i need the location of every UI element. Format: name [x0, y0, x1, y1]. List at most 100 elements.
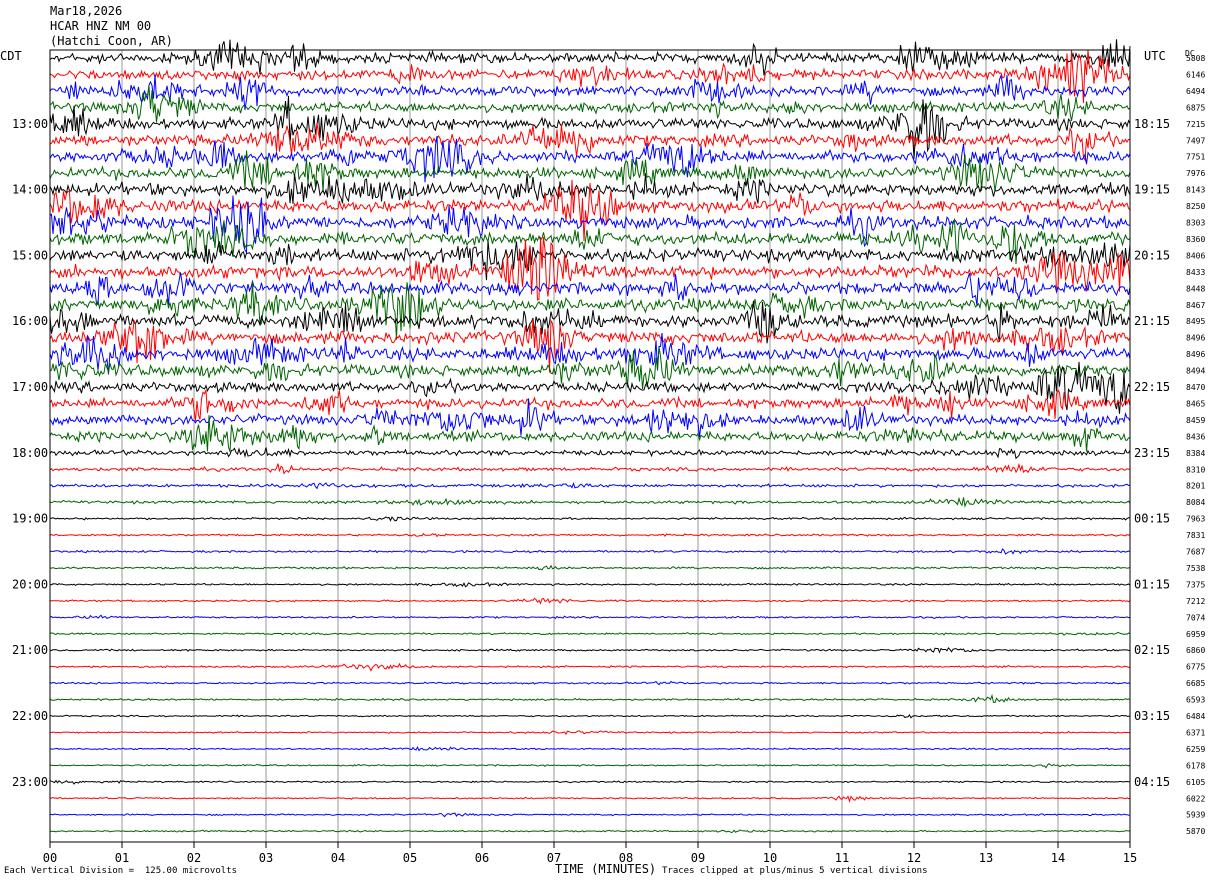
left-timezone: CDT — [0, 49, 22, 63]
right-hour-label: 01:15 — [1134, 577, 1170, 591]
right-hour-label: 04:15 — [1134, 775, 1170, 789]
dc-label-15: 8467 — [1186, 301, 1205, 310]
footer-clip: Traces clipped at plus/minus 5 vertical … — [662, 866, 928, 876]
x-tick-label-13: 13 — [979, 851, 993, 865]
x-tick-label-11: 11 — [835, 851, 849, 865]
left-hour-label: 18:00 — [12, 446, 48, 460]
x-tick-label-05: 05 — [403, 851, 417, 865]
trace-10 — [49, 195, 1131, 254]
trace-0 — [49, 39, 1131, 76]
seismogram-plot: 00 01 02 03 04 05 06 07 08 09 10 11 12 13 14 15 5808614… — [12, 39, 1205, 865]
dc-label-43: 6178 — [1186, 761, 1205, 770]
dc-label-23: 8436 — [1186, 432, 1205, 441]
dc-label-46: 5939 — [1186, 811, 1205, 820]
dc-label-45: 6022 — [1186, 794, 1205, 803]
trace-46 — [49, 812, 1131, 818]
dc-label-16: 8495 — [1186, 317, 1205, 326]
trace-14 — [49, 272, 1131, 307]
dc-label-25: 8310 — [1186, 465, 1205, 474]
trace-35 — [49, 631, 1131, 636]
right-hour-label: 19:15 — [1134, 183, 1170, 197]
dc-label-41: 6371 — [1186, 728, 1205, 737]
dc-label-44: 6105 — [1186, 778, 1205, 787]
x-tick-label-10: 10 — [763, 851, 777, 865]
x-tick-label-14: 14 — [1051, 851, 1065, 865]
right-hour-label: 21:15 — [1134, 314, 1170, 328]
dc-label-5: 7497 — [1186, 136, 1205, 145]
seismic-traces — [49, 39, 1131, 833]
dc-label-20: 8470 — [1186, 383, 1205, 392]
x-tick-label-09: 09 — [691, 851, 705, 865]
dc-label-11: 8360 — [1186, 235, 1205, 244]
right-timezone: UTC — [1144, 49, 1166, 63]
dc-label-27: 8084 — [1186, 498, 1205, 507]
trace-36 — [49, 647, 1131, 654]
trace-42 — [49, 745, 1131, 752]
dc-label-35: 6959 — [1186, 630, 1205, 639]
dc-label-2: 6494 — [1186, 87, 1205, 96]
dc-label-7: 7976 — [1186, 169, 1205, 178]
trace-34 — [49, 614, 1131, 620]
x-tick-label-04: 04 — [331, 851, 345, 865]
trace-31 — [49, 564, 1131, 571]
header-date: Mar18,2026 — [50, 4, 123, 18]
dc-label-18: 8496 — [1186, 350, 1205, 359]
left-hour-label: 23:00 — [12, 775, 48, 789]
trace-20 — [49, 361, 1131, 414]
right-hour-label: 23:15 — [1134, 446, 1170, 460]
footer-scale: Each Vertical Division = 125.00 microvol… — [4, 866, 237, 876]
trace-41 — [49, 730, 1131, 736]
x-tick-label-06: 06 — [475, 851, 489, 865]
dc-label-24: 8384 — [1186, 449, 1205, 458]
header-station: HCAR HNZ NM 00 — [50, 19, 152, 33]
dc-label-38: 6685 — [1186, 679, 1205, 688]
dc-label-47: 5870 — [1186, 827, 1205, 836]
left-hour-label: 13:00 — [12, 117, 48, 131]
dc-label-8: 8143 — [1186, 186, 1205, 195]
trace-24 — [49, 447, 1131, 460]
dc-label-10: 8303 — [1186, 219, 1205, 228]
left-hour-label: 19:00 — [12, 512, 48, 526]
header-location: (Hatchi Coon, AR) — [50, 34, 173, 48]
dc-label-21: 8465 — [1186, 399, 1205, 408]
right-hour-label: 18:15 — [1134, 117, 1170, 131]
dc-label-4: 7215 — [1186, 120, 1205, 129]
x-tick-label-01: 01 — [115, 851, 129, 865]
dc-label-39: 6593 — [1186, 696, 1205, 705]
trace-30 — [49, 548, 1131, 555]
dc-label-29: 7831 — [1186, 531, 1205, 540]
trace-44 — [49, 779, 1130, 785]
x-tick-label-12: 12 — [907, 851, 921, 865]
trace-47 — [49, 829, 1131, 833]
trace-25 — [49, 462, 1131, 475]
dc-label-17: 8496 — [1186, 334, 1205, 343]
trace-29 — [49, 532, 1131, 538]
dc-label-13: 8433 — [1186, 268, 1205, 277]
left-hour-label: 20:00 — [12, 577, 48, 591]
trace-40 — [49, 713, 1131, 719]
dc-label-34: 7074 — [1186, 613, 1205, 622]
dc-label-32: 7375 — [1186, 580, 1205, 589]
trace-26 — [49, 482, 1131, 490]
trace-38 — [49, 680, 1131, 686]
trace-43 — [49, 763, 1131, 769]
dc-label-22: 8459 — [1186, 416, 1205, 425]
dc-label-42: 6259 — [1186, 745, 1205, 754]
dc-label-26: 8201 — [1186, 482, 1205, 491]
left-hour-label: 21:00 — [12, 643, 48, 657]
right-hour-label: 02:15 — [1134, 643, 1170, 657]
dc-label-14: 8448 — [1186, 284, 1205, 293]
dc-offset-labels: 5808614664946875721574977751797681438250… — [1186, 54, 1205, 836]
x-tick-label-02: 02 — [187, 851, 201, 865]
dc-label-6: 7751 — [1186, 153, 1205, 162]
dc-label-3: 6875 — [1186, 103, 1205, 112]
trace-27 — [49, 496, 1131, 508]
right-hour-labels: 18:15 19:15 20:15 21:15 22:15 23:15 00:15 01:15… — [1134, 117, 1170, 789]
x-tick-label-03: 03 — [259, 851, 273, 865]
trace-1 — [49, 49, 1131, 104]
dc-label-9: 8250 — [1186, 202, 1205, 211]
dc-label-30: 7687 — [1186, 548, 1205, 557]
trace-23 — [49, 415, 1131, 452]
dc-label-19: 8494 — [1186, 367, 1205, 376]
right-hour-label: 22:15 — [1134, 380, 1170, 394]
